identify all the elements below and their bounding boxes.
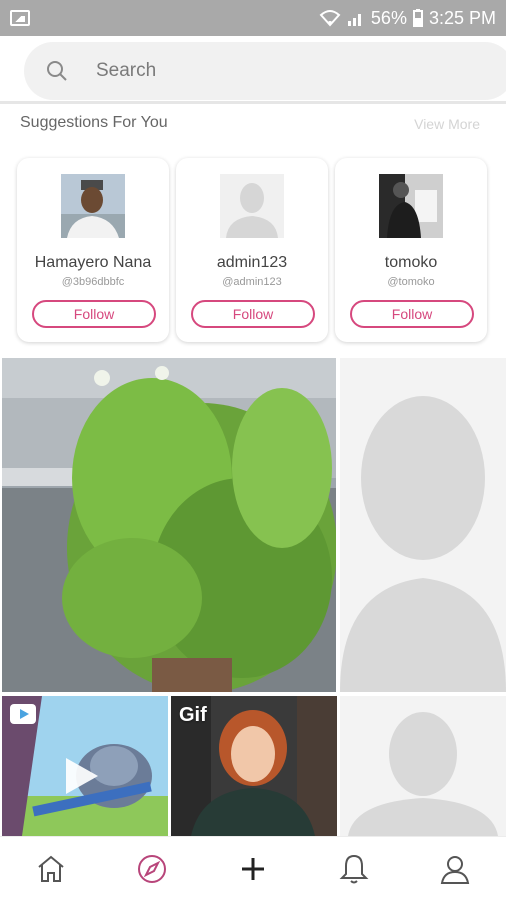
user-handle: @tomoko bbox=[387, 276, 435, 288]
avatar[interactable] bbox=[61, 174, 125, 238]
profile-icon bbox=[441, 855, 470, 884]
post-gif[interactable]: Gif bbox=[171, 696, 337, 836]
nav-add[interactable] bbox=[228, 844, 278, 894]
post-video[interactable] bbox=[2, 696, 168, 836]
bottom-navigation bbox=[0, 836, 506, 900]
avatar[interactable] bbox=[220, 174, 284, 238]
battery-percent: 56% bbox=[370, 7, 407, 28]
user-handle: @admin123 bbox=[222, 276, 282, 288]
post-placeholder[interactable] bbox=[340, 696, 506, 836]
clock: 3:25 PM bbox=[428, 7, 496, 28]
wifi-icon bbox=[319, 10, 341, 27]
post-placeholder[interactable] bbox=[340, 358, 506, 692]
notifications-icon bbox=[339, 854, 369, 883]
user-name: admin123 bbox=[216, 254, 288, 271]
search-box[interactable] bbox=[24, 42, 506, 100]
user-name: Hamayero Nana bbox=[34, 254, 152, 271]
user-name: tomoko bbox=[384, 254, 438, 271]
image-notification-icon bbox=[10, 10, 30, 26]
post-grid: Gif bbox=[0, 356, 506, 836]
nav-explore[interactable] bbox=[127, 844, 177, 894]
nav-profile[interactable] bbox=[430, 844, 480, 894]
user-handle: @3b96dbbfc bbox=[61, 276, 125, 288]
add-icon bbox=[241, 857, 264, 880]
follow-button[interactable]: Follow bbox=[32, 300, 156, 328]
view-more-link[interactable]: View More bbox=[414, 116, 480, 132]
nav-home[interactable] bbox=[26, 844, 76, 894]
post-photo-plant[interactable] bbox=[2, 358, 336, 692]
suggestions-section: Suggestions For You View More Hamayero N… bbox=[0, 104, 506, 356]
video-icon bbox=[10, 704, 36, 724]
status-bar: 56% 3:25 PM bbox=[0, 0, 506, 36]
suggestion-card[interactable]: tomoko @tomoko Follow bbox=[335, 158, 487, 342]
search-icon bbox=[47, 61, 67, 81]
search-bar-container bbox=[0, 36, 506, 104]
avatar[interactable] bbox=[379, 174, 443, 238]
home-icon bbox=[37, 855, 64, 882]
signal-icon bbox=[347, 14, 361, 26]
explore-icon bbox=[137, 854, 166, 883]
search-input[interactable] bbox=[96, 60, 396, 82]
suggestion-card[interactable]: Hamayero Nana @3b96dbbfc Follow bbox=[17, 158, 169, 342]
follow-button[interactable]: Follow bbox=[191, 300, 315, 328]
gif-label: Gif bbox=[179, 704, 207, 726]
follow-button[interactable]: Follow bbox=[350, 300, 474, 328]
status-indicators: 56% 3:25 PM bbox=[319, 8, 496, 29]
suggestion-card[interactable]: admin123 @admin123 Follow bbox=[176, 158, 328, 342]
suggestions-title: Suggestions For You bbox=[20, 114, 168, 131]
nav-notifications[interactable] bbox=[329, 844, 379, 894]
play-icon[interactable] bbox=[64, 756, 100, 796]
battery-icon bbox=[412, 9, 423, 27]
